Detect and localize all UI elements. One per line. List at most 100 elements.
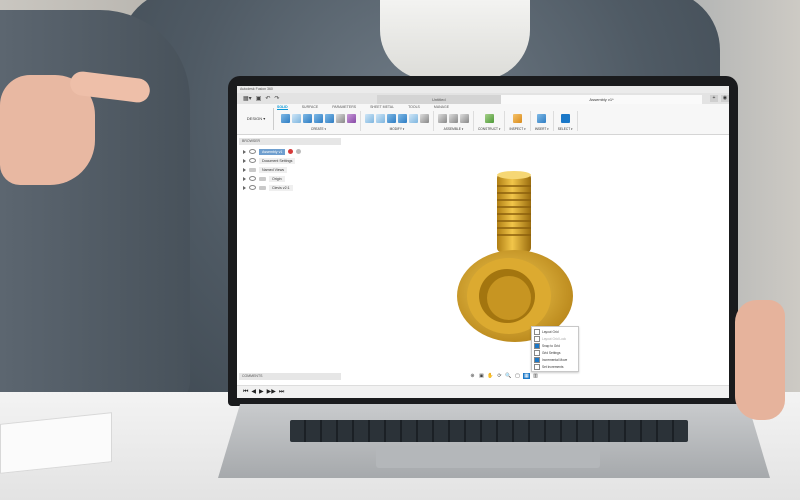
tool-icon[interactable] — [325, 113, 334, 123]
zoom-icon[interactable]: 🔍 — [505, 373, 512, 379]
menu-item-label: Grid Settings — [542, 350, 561, 355]
tool-icon[interactable] — [460, 113, 469, 123]
tool-icon[interactable] — [303, 113, 312, 123]
tool-icon[interactable] — [560, 113, 570, 123]
zoom-orbit-icon[interactable]: ⟳ — [496, 373, 503, 379]
tool-icon[interactable] — [398, 113, 407, 123]
ribbon-groups: CREATE ▾ MODIFY ▾ ASSEMBLE ▾ CONSTRUCT ▾ INS… — [277, 111, 578, 131]
folder-icon — [249, 167, 256, 172]
group-label[interactable]: SELECT ▾ — [558, 127, 573, 131]
tab-solid[interactable]: SOLID — [277, 105, 288, 110]
look-at-icon[interactable]: ▣ — [478, 373, 485, 379]
job-status-icon[interactable]: ◉ — [720, 95, 729, 102]
tool-icon[interactable] — [438, 113, 447, 123]
data-panel-icon[interactable]: ▦▾ — [243, 95, 252, 103]
pan-icon[interactable]: ✋ — [487, 373, 494, 379]
laptop-trackpad — [376, 446, 600, 468]
checkbox-icon[interactable] — [534, 328, 540, 335]
menu-item[interactable]: Snap to Grid — [532, 342, 578, 349]
clevis-part-model[interactable] — [449, 168, 579, 348]
display-settings-icon[interactable]: ▢ — [514, 373, 521, 379]
gear-icon — [249, 158, 256, 163]
record-icon[interactable] — [288, 149, 294, 154]
viewports-icon[interactable]: ▥ — [532, 373, 539, 379]
tool-icon[interactable] — [537, 113, 547, 123]
ribbon-tabs: SOLID SURFACE PARAMETERS SHEET METAL TOO… — [277, 105, 449, 110]
tool-icon[interactable] — [409, 113, 418, 123]
tool-icon[interactable] — [314, 113, 323, 123]
tool-icon[interactable] — [420, 113, 429, 123]
comments-panel-header[interactable]: COMMENTS — [239, 373, 341, 380]
tree-item-origin[interactable]: Origin — [243, 174, 343, 183]
menu-item[interactable]: Grid Settings — [532, 349, 578, 356]
new-tab-button[interactable]: + — [709, 95, 718, 102]
tool-icon[interactable] — [387, 113, 396, 123]
expand-icon[interactable] — [243, 149, 246, 154]
undo-icon[interactable]: ↶ — [265, 95, 270, 103]
tool-icon[interactable] — [376, 113, 385, 123]
group-label[interactable]: INSERT ▾ — [535, 127, 549, 131]
tab-manage[interactable]: MANAGE — [434, 105, 449, 110]
grid-snaps-icon[interactable]: ▦ — [523, 373, 530, 379]
tool-icon[interactable] — [513, 113, 523, 123]
menu-item-label: Snap to Grid — [542, 343, 560, 348]
tool-icon[interactable] — [336, 113, 345, 123]
step-forward-icon[interactable]: ▶▶ — [267, 387, 276, 397]
tree-item-clevis[interactable]: Clevis v2:1 — [243, 183, 343, 192]
tool-icon[interactable] — [449, 113, 458, 123]
tab-untitled[interactable]: Untitled — [376, 95, 502, 104]
redo-icon[interactable]: ↷ — [274, 95, 279, 103]
expand-icon[interactable] — [243, 185, 246, 190]
tool-icon[interactable] — [292, 113, 301, 123]
checkbox-icon[interactable] — [534, 342, 540, 349]
browser-panel-header[interactable]: BROWSER — [239, 138, 341, 145]
tab-controls: + ◉ — [709, 95, 729, 102]
step-back-icon[interactable]: ◀ — [251, 387, 256, 397]
folder-icon — [259, 176, 266, 181]
expand-icon[interactable] — [243, 158, 246, 163]
tree-root-row[interactable]: Assembly v1 — [243, 147, 343, 156]
checkbox-icon[interactable] — [534, 356, 540, 363]
go-to-start-icon[interactable]: ⏮ — [243, 387, 248, 397]
tab-parameters[interactable]: PARAMETERS — [332, 105, 356, 110]
visibility-eye-icon[interactable] — [249, 149, 256, 154]
tree-item-named-views[interactable]: Named Views — [243, 165, 343, 174]
checkbox-icon[interactable] — [534, 363, 540, 370]
menu-item[interactable]: Layout Grid Lock — [532, 335, 578, 342]
visibility-eye-icon[interactable] — [249, 176, 256, 181]
play-icon[interactable]: ▶ — [259, 387, 264, 397]
tab-surface[interactable]: SURFACE — [302, 105, 319, 110]
tab-sheet-metal[interactable]: SHEET METAL — [370, 105, 394, 110]
group-label[interactable]: MODIFY ▾ — [390, 127, 405, 131]
visibility-eye-icon[interactable] — [249, 185, 256, 190]
group-label[interactable]: INSPECT ▾ — [509, 127, 525, 131]
tree-root-label[interactable]: Assembly v1 — [259, 148, 286, 155]
tool-icon[interactable] — [281, 113, 290, 123]
menu-item[interactable]: Set Increments — [532, 363, 578, 370]
ribbon-group: CREATE ▾ — [277, 111, 361, 131]
save-icon[interactable]: ▣ — [256, 95, 262, 103]
tab-assembly[interactable]: Assembly v1* — [501, 95, 702, 104]
checkbox-icon[interactable] — [534, 335, 540, 342]
group-label[interactable]: CONSTRUCT ▾ — [478, 127, 500, 131]
checkbox-icon[interactable] — [534, 349, 540, 356]
group-label[interactable]: CREATE ▾ — [311, 127, 326, 131]
workspace-switcher[interactable]: DESIGN ▾ — [239, 108, 274, 130]
tree-item-label: Clevis v2:1 — [269, 184, 293, 191]
menu-item[interactable]: Incremental Move — [532, 356, 578, 363]
activate-icon[interactable] — [296, 149, 302, 154]
menu-item[interactable]: Layout Grid — [532, 328, 578, 335]
ribbon-group: INSPECT ▾ — [505, 111, 531, 131]
expand-icon[interactable] — [243, 176, 246, 181]
expand-icon[interactable] — [243, 167, 246, 172]
tool-icon[interactable] — [484, 113, 494, 123]
tree-item-document-settings[interactable]: Document Settings — [243, 156, 343, 165]
go-to-end-icon[interactable]: ⏭ — [279, 387, 284, 397]
tool-icon[interactable] — [347, 113, 356, 123]
laptop-keyboard — [290, 420, 688, 442]
tab-tools[interactable]: TOOLS — [408, 105, 420, 110]
grid-settings-menu: Layout Grid Layout Grid Lock Snap to Grid G… — [531, 326, 579, 372]
tool-icon[interactable] — [365, 113, 374, 123]
orbit-icon[interactable]: ⊕ — [469, 373, 476, 379]
group-label[interactable]: ASSEMBLE ▾ — [444, 127, 464, 131]
